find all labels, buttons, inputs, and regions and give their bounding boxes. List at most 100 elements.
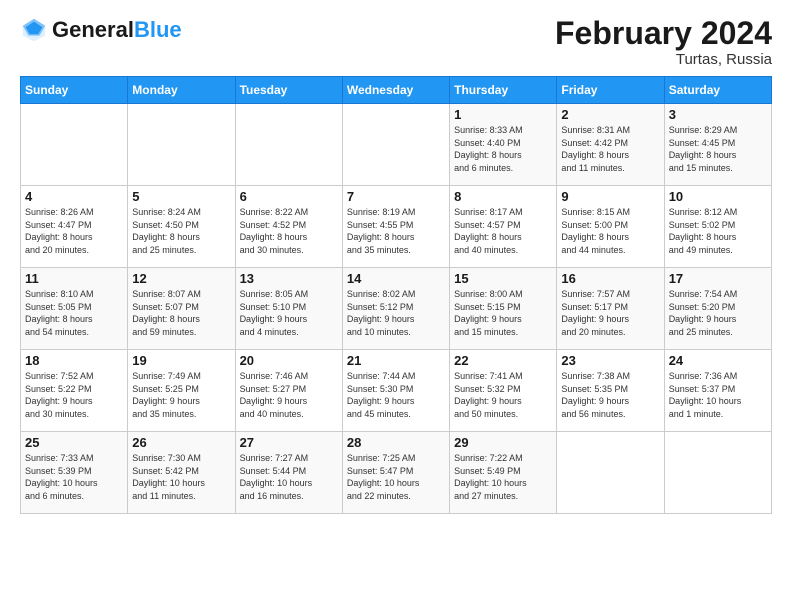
calendar-week-5: 25 Sunrise: 7:33 AMSunset: 5:39 PMDayligh…	[21, 432, 772, 514]
day-info: Sunrise: 8:07 AMSunset: 5:07 PMDaylight:…	[132, 288, 230, 338]
calendar-cell: 27 Sunrise: 7:27 AMSunset: 5:44 PMDayligh…	[235, 432, 342, 514]
day-info: Sunrise: 7:54 AMSunset: 5:20 PMDaylight:…	[669, 288, 767, 338]
calendar-cell: 16 Sunrise: 7:57 AMSunset: 5:17 PMDayligh…	[557, 268, 664, 350]
day-number: 13	[240, 271, 338, 286]
day-number: 24	[669, 353, 767, 368]
day-number: 27	[240, 435, 338, 450]
header-friday: Friday	[557, 77, 664, 104]
day-number: 7	[347, 189, 445, 204]
day-info: Sunrise: 7:30 AMSunset: 5:42 PMDaylight:…	[132, 452, 230, 502]
calendar-cell: 13 Sunrise: 8:05 AMSunset: 5:10 PMDayligh…	[235, 268, 342, 350]
calendar-cell: 25 Sunrise: 7:33 AMSunset: 5:39 PMDayligh…	[21, 432, 128, 514]
day-info: Sunrise: 7:46 AMSunset: 5:27 PMDaylight:…	[240, 370, 338, 420]
calendar-cell: 18 Sunrise: 7:52 AMSunset: 5:22 PMDayligh…	[21, 350, 128, 432]
day-number: 17	[669, 271, 767, 286]
day-number: 12	[132, 271, 230, 286]
calendar-cell	[128, 104, 235, 186]
calendar-cell	[21, 104, 128, 186]
calendar-cell: 26 Sunrise: 7:30 AMSunset: 5:42 PMDayligh…	[128, 432, 235, 514]
day-info: Sunrise: 8:05 AMSunset: 5:10 PMDaylight:…	[240, 288, 338, 338]
day-info: Sunrise: 8:22 AMSunset: 4:52 PMDaylight:…	[240, 206, 338, 256]
logo: GeneralBlue	[20, 16, 182, 44]
calendar-cell: 28Sunrise: 7:25 AMSunset: 5:47 PMDayligh…	[342, 432, 449, 514]
day-number: 19	[132, 353, 230, 368]
logo-icon	[20, 16, 48, 44]
calendar-cell	[235, 104, 342, 186]
calendar-cell: 24 Sunrise: 7:36 AMSunset: 5:37 PMDayligh…	[664, 350, 771, 432]
calendar-week-4: 18 Sunrise: 7:52 AMSunset: 5:22 PMDayligh…	[21, 350, 772, 432]
day-number: 6	[240, 189, 338, 204]
day-number: 5	[132, 189, 230, 204]
calendar-week-3: 11Sunrise: 8:10 AMSunset: 5:05 PMDayligh…	[21, 268, 772, 350]
day-number: 8	[454, 189, 552, 204]
day-info: Sunrise: 7:57 AMSunset: 5:17 PMDaylight:…	[561, 288, 659, 338]
header-tuesday: Tuesday	[235, 77, 342, 104]
location: Turtas, Russia	[555, 51, 772, 68]
header: GeneralBlue February 2024 Turtas, Russia	[20, 16, 772, 68]
day-info: Sunrise: 8:00 AMSunset: 5:15 PMDaylight:…	[454, 288, 552, 338]
calendar-cell	[342, 104, 449, 186]
day-info: Sunrise: 8:31 AMSunset: 4:42 PMDaylight:…	[561, 124, 659, 174]
title-block: February 2024 Turtas, Russia	[555, 16, 772, 68]
day-number: 9	[561, 189, 659, 204]
calendar-cell	[557, 432, 664, 514]
day-number: 28	[347, 435, 445, 450]
calendar-header-row: Sunday Monday Tuesday Wednesday Thursday…	[21, 77, 772, 104]
day-info: Sunrise: 7:33 AMSunset: 5:39 PMDaylight:…	[25, 452, 123, 502]
day-number: 25	[25, 435, 123, 450]
day-number: 10	[669, 189, 767, 204]
day-info: Sunrise: 8:02 AMSunset: 5:12 PMDaylight:…	[347, 288, 445, 338]
day-number: 26	[132, 435, 230, 450]
day-number: 29	[454, 435, 552, 450]
day-info: Sunrise: 7:22 AMSunset: 5:49 PMDaylight:…	[454, 452, 552, 502]
day-number: 2	[561, 107, 659, 122]
calendar-cell: 1Sunrise: 8:33 AMSunset: 4:40 PMDaylight…	[450, 104, 557, 186]
calendar-cell: 7 Sunrise: 8:19 AMSunset: 4:55 PMDaylight…	[342, 186, 449, 268]
day-info: Sunrise: 7:38 AMSunset: 5:35 PMDaylight:…	[561, 370, 659, 420]
calendar-cell: 10 Sunrise: 8:12 AMSunset: 5:02 PMDayligh…	[664, 186, 771, 268]
calendar-cell: 15 Sunrise: 8:00 AMSunset: 5:15 PMDayligh…	[450, 268, 557, 350]
day-info: Sunrise: 7:52 AMSunset: 5:22 PMDaylight:…	[25, 370, 123, 420]
calendar-cell: 8 Sunrise: 8:17 AMSunset: 4:57 PMDaylight…	[450, 186, 557, 268]
header-monday: Monday	[128, 77, 235, 104]
day-number: 16	[561, 271, 659, 286]
calendar-week-1: 1Sunrise: 8:33 AMSunset: 4:40 PMDaylight…	[21, 104, 772, 186]
day-info: Sunrise: 8:24 AMSunset: 4:50 PMDaylight:…	[132, 206, 230, 256]
calendar-body: 1Sunrise: 8:33 AMSunset: 4:40 PMDaylight…	[21, 104, 772, 514]
day-info: Sunrise: 7:49 AMSunset: 5:25 PMDaylight:…	[132, 370, 230, 420]
header-saturday: Saturday	[664, 77, 771, 104]
calendar-cell: 3Sunrise: 8:29 AMSunset: 4:45 PMDaylight…	[664, 104, 771, 186]
day-info: Sunrise: 8:17 AMSunset: 4:57 PMDaylight:…	[454, 206, 552, 256]
calendar-cell: 14 Sunrise: 8:02 AMSunset: 5:12 PMDayligh…	[342, 268, 449, 350]
day-number: 22	[454, 353, 552, 368]
calendar-cell: 29 Sunrise: 7:22 AMSunset: 5:49 PMDayligh…	[450, 432, 557, 514]
month-year: February 2024	[555, 16, 772, 51]
day-number: 15	[454, 271, 552, 286]
day-info: Sunrise: 7:27 AMSunset: 5:44 PMDaylight:…	[240, 452, 338, 502]
calendar-cell: 21Sunrise: 7:44 AMSunset: 5:30 PMDayligh…	[342, 350, 449, 432]
day-info: Sunrise: 8:15 AMSunset: 5:00 PMDaylight:…	[561, 206, 659, 256]
day-number: 21	[347, 353, 445, 368]
day-number: 14	[347, 271, 445, 286]
day-info: Sunrise: 8:12 AMSunset: 5:02 PMDaylight:…	[669, 206, 767, 256]
calendar-cell: 4Sunrise: 8:26 AMSunset: 4:47 PMDaylight…	[21, 186, 128, 268]
calendar-cell: 19 Sunrise: 7:49 AMSunset: 5:25 PMDayligh…	[128, 350, 235, 432]
calendar-cell: 2 Sunrise: 8:31 AMSunset: 4:42 PMDaylight…	[557, 104, 664, 186]
day-number: 18	[25, 353, 123, 368]
header-sunday: Sunday	[21, 77, 128, 104]
day-info: Sunrise: 8:19 AMSunset: 4:55 PMDaylight:…	[347, 206, 445, 256]
calendar-cell: 11Sunrise: 8:10 AMSunset: 5:05 PMDayligh…	[21, 268, 128, 350]
header-thursday: Thursday	[450, 77, 557, 104]
day-number: 4	[25, 189, 123, 204]
day-info: Sunrise: 7:41 AMSunset: 5:32 PMDaylight:…	[454, 370, 552, 420]
day-number: 20	[240, 353, 338, 368]
calendar-cell: 17 Sunrise: 7:54 AMSunset: 5:20 PMDayligh…	[664, 268, 771, 350]
calendar-cell: 12 Sunrise: 8:07 AMSunset: 5:07 PMDayligh…	[128, 268, 235, 350]
calendar-cell: 5 Sunrise: 8:24 AMSunset: 4:50 PMDaylight…	[128, 186, 235, 268]
page-container: GeneralBlue February 2024 Turtas, Russia…	[0, 0, 792, 524]
day-info: Sunrise: 7:36 AMSunset: 5:37 PMDaylight:…	[669, 370, 767, 420]
calendar-cell: 20 Sunrise: 7:46 AMSunset: 5:27 PMDayligh…	[235, 350, 342, 432]
calendar-cell: 9 Sunrise: 8:15 AMSunset: 5:00 PMDaylight…	[557, 186, 664, 268]
day-number: 11	[25, 271, 123, 286]
header-wednesday: Wednesday	[342, 77, 449, 104]
